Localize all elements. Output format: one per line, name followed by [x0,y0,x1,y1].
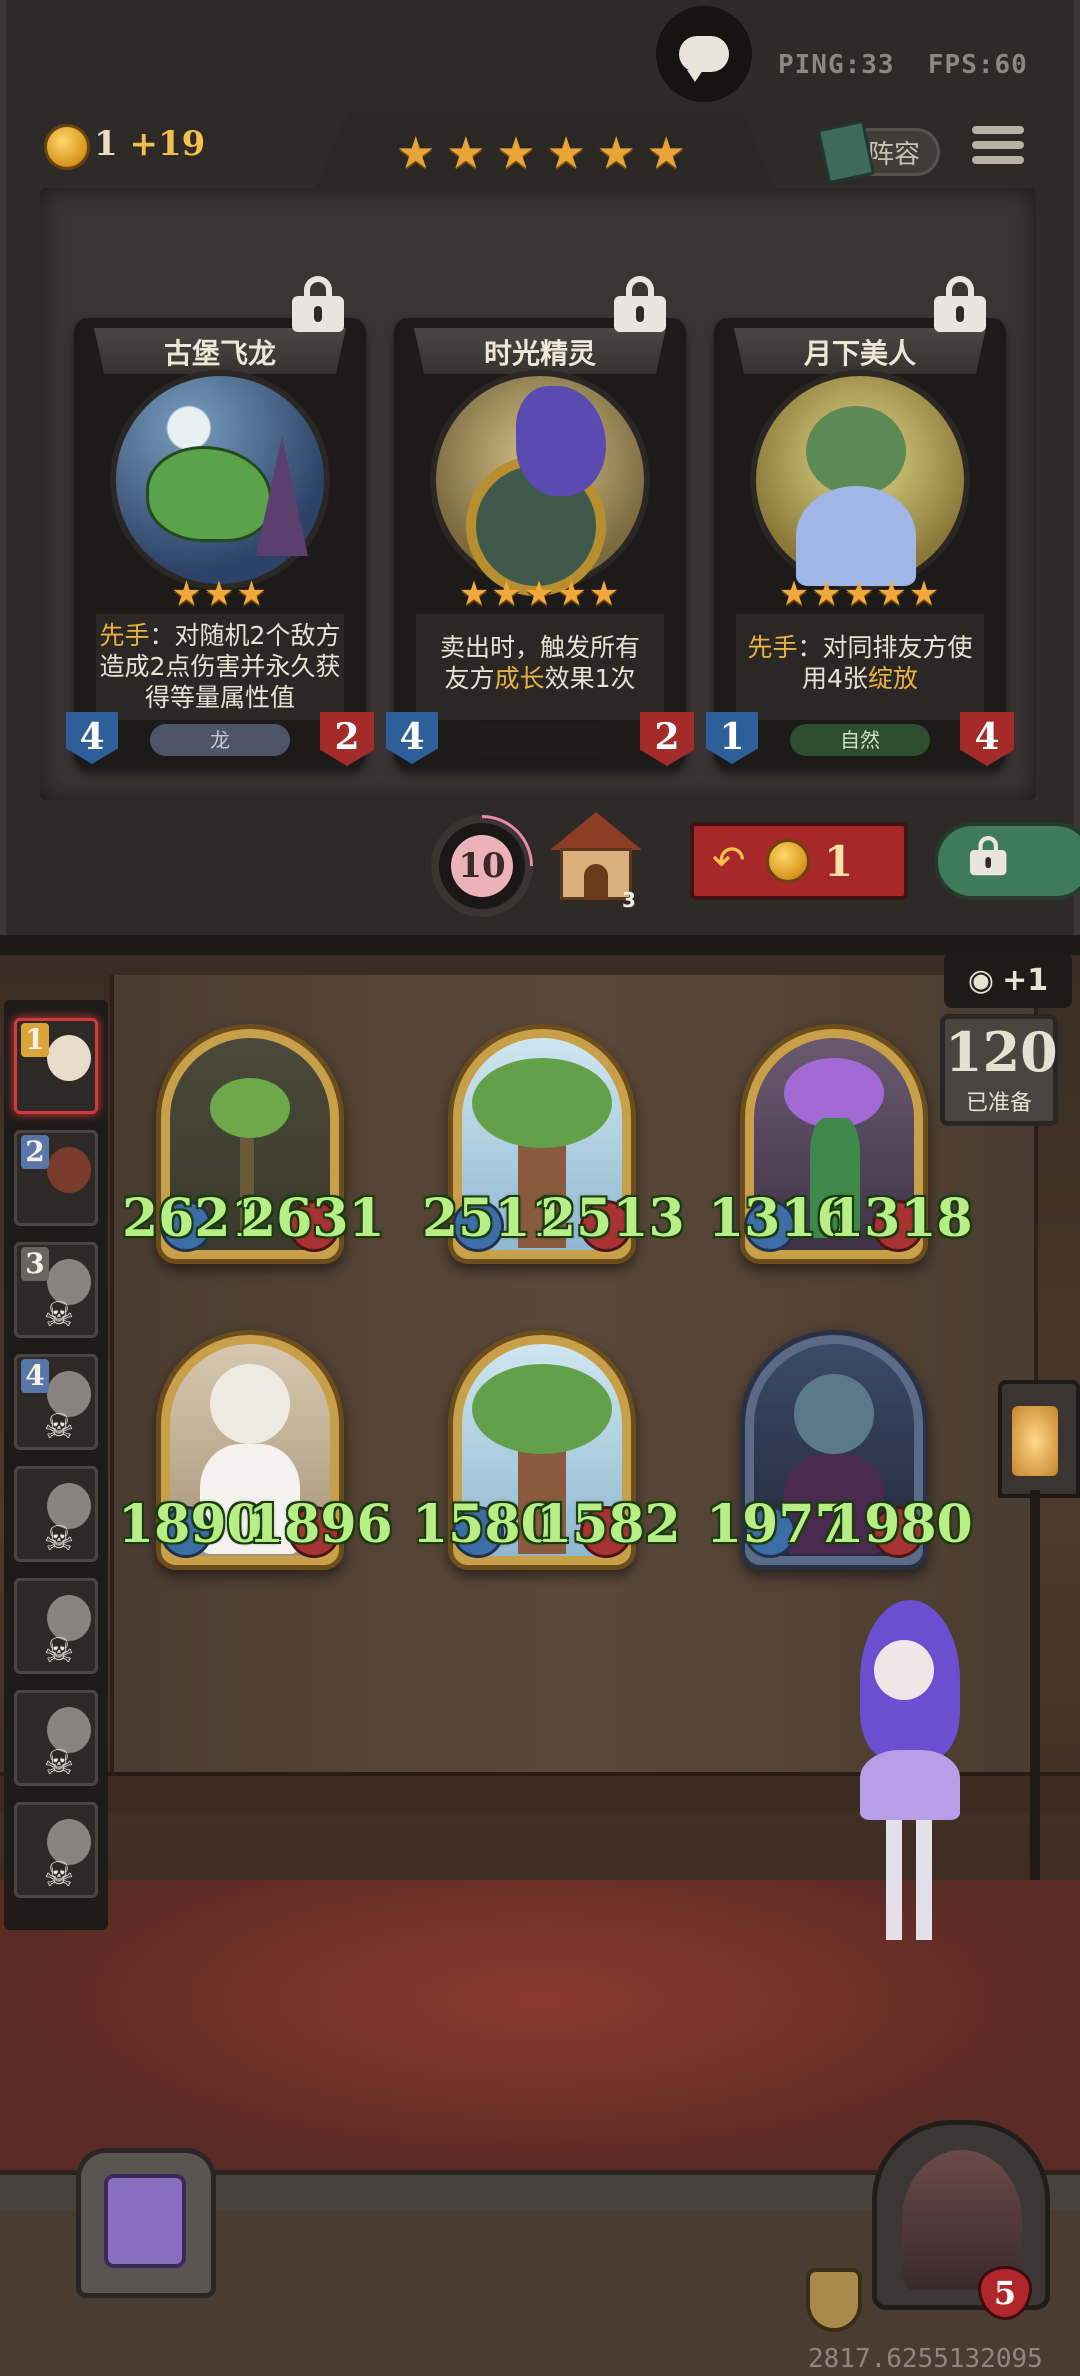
roster-slot[interactable]: 2 [14,1130,98,1226]
refresh-button[interactable]: ↶ 1 [690,822,908,900]
ready-count: 120 [945,1020,1058,1084]
game-seed: 2817.6255132095 [808,2344,1043,2374]
roster-slot[interactable]: ☠ [14,1578,98,1674]
lantern-decor [990,1380,1080,1900]
house-count: 3 [622,888,636,912]
tavern-star: ★ [646,128,686,179]
ready-label: 已准备 [965,1091,1032,1116]
player-avatar [47,1035,91,1081]
card-description: 先手：对随机2个敌方造成2点伤害并永久获得等量属性值 [96,614,344,720]
roster-rank: 1 [21,1023,49,1057]
tavern-star: ★ [496,128,536,179]
gold-coin-icon [766,839,810,883]
card-portrait-moon-beauty [750,370,970,590]
timer-value: 10 [458,846,506,886]
unit-health: 1980 [828,1494,973,1555]
skull-icon: ☠ [43,1855,75,1895]
skull-icon: ☠ [43,1407,75,1447]
card-name: 古堡飞龙 [163,337,276,370]
shop-card[interactable]: 古堡飞龙 ★★★ 先手：对随机2个敌方造成2点伤害并永久获得等量属性值 4 2 … [66,318,374,768]
lineup-label: 阵容 [867,139,920,170]
turn-timer: 10 [434,818,530,914]
roster-slot[interactable]: 1 [14,1018,98,1114]
card-portrait-time-spirit [430,370,650,596]
unit-health: 1582 [536,1494,681,1555]
shop-card[interactable]: 时光精灵 ★★★★★ 卖出时，触发所有 友方成长效果1次 4 2 [386,318,694,768]
unit-health: 1896 [248,1494,393,1555]
unit-health: 1318 [828,1188,973,1249]
spectate-bonus[interactable]: ◉ +1 [944,952,1072,1008]
player-hero-character [820,1600,1000,1950]
roster-rank: 2 [21,1135,49,1169]
network-stats: PING:33 FPS:60 [778,50,1028,80]
roster-rank: 4 [21,1359,49,1393]
eye-icon: ◉ [967,962,995,998]
card-name: 月下美人 [803,337,916,370]
card-name: 时光精灵 [483,337,596,370]
board-unit[interactable]: 1580 1582 [412,1330,681,1570]
roster-slot[interactable]: ☠ [14,1802,98,1898]
shield-icon[interactable] [806,2268,862,2332]
skull-icon: ☠ [43,1631,75,1671]
roster-slot[interactable]: ☠ [14,1466,98,1562]
gold-coin-icon [44,124,90,170]
refresh-cost: 1 [824,836,854,886]
ping-text: PING:33 [778,50,895,80]
gold-display: 1 +19 [94,124,205,164]
lock-icon[interactable] [934,276,986,332]
card-description: 卖出时，触发所有 友方成长效果1次 [416,614,664,720]
flower-icon: 10 [451,835,513,897]
menu-icon [972,126,1024,134]
roster-slot[interactable]: 4 ☠ [14,1354,98,1450]
card-stars: ★★★★★ [458,574,622,614]
card-stars: ★★★★★ [778,574,942,614]
tavern-star: ★ [446,128,486,179]
unit-health: 2631 [240,1188,385,1249]
unlock-icon [970,836,1007,876]
card-stars: ★★★ [171,574,269,614]
card-tribe: 自然 [790,724,930,756]
scroll-icon [104,2174,186,2268]
ready-counter: 120 已准备 [940,1014,1058,1126]
card-portrait-dragon [110,370,330,590]
card-tribe [470,724,610,756]
eye-bonus-value: +1 [1002,962,1049,998]
skull-icon: ☠ [43,1295,75,1335]
scroll-shop-button[interactable] [56,2134,226,2304]
menu-button[interactable] [972,126,1024,176]
player-roster: 1 2 3 ☠ 4 ☠ ☠ ☠ ☠ ☠ [4,1000,108,1930]
skull-icon: ☠ [43,1743,75,1783]
chat-button[interactable] [656,6,752,102]
refresh-icon: ↶ [712,838,746,884]
tavern-star: ★ [396,128,436,179]
board-unit[interactable]: 2621 2631 [122,1024,385,1264]
board-unit[interactable]: 1977 1980 [706,1330,973,1570]
tavern-star: ★ [596,128,636,179]
card-tribe: 龙 [150,724,290,756]
roster-slot[interactable]: ☠ [14,1690,98,1786]
freeze-button[interactable] [934,822,1080,900]
unit-attack: 1890 [118,1494,263,1555]
fps-text: FPS:60 [927,50,1028,80]
player-avatar [47,1147,91,1193]
lock-icon[interactable] [292,276,344,332]
unit-health: 2513 [540,1188,685,1249]
board-unit[interactable]: 2511 2513 [422,1024,685,1264]
tavern-star: ★ [546,128,586,179]
chat-icon [679,36,729,82]
gold-income: +19 [129,124,206,164]
roster-rank: 3 [21,1247,49,1281]
lock-icon[interactable] [614,276,666,332]
card-description: 先手：对同排友方使用4张绽放 [736,614,984,720]
shop-card[interactable]: 月下美人 ★★★★★ 先手：对同排友方使用4张绽放 1 4 自然 [706,318,1014,768]
gold-amount: 1 [94,124,118,164]
tavern-stars: ★ ★ ★ ★ ★ ★ [396,132,686,176]
roster-slot[interactable]: 3 ☠ [14,1242,98,1338]
board-unit[interactable]: 1890 1896 [118,1330,393,1570]
house-icon [550,812,642,850]
board-unit[interactable]: 1316 1318 [708,1024,973,1264]
skull-icon: ☠ [43,1519,75,1559]
